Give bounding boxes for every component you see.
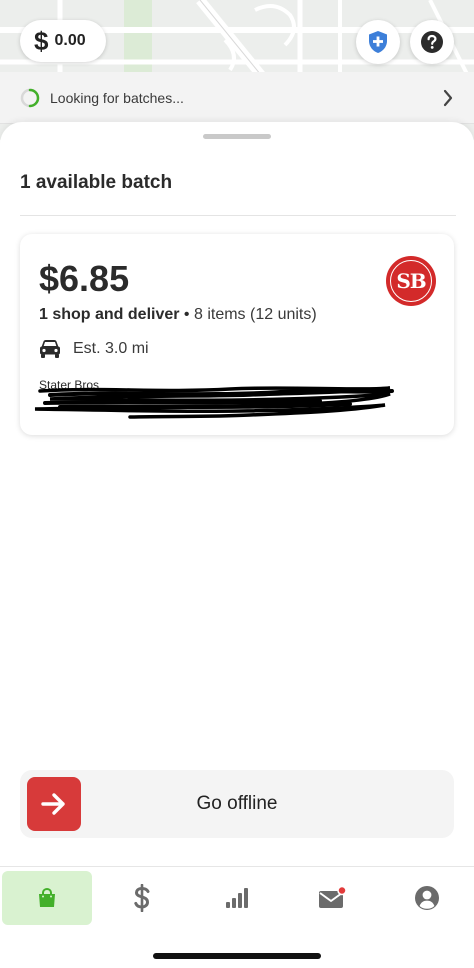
sheet-drag-handle[interactable]	[203, 134, 271, 139]
question-circle-icon	[421, 31, 443, 53]
nav-item-ratings[interactable]	[192, 871, 282, 925]
store-logo: SB	[386, 256, 436, 306]
go-offline-label: Go offline	[196, 793, 278, 814]
car-icon	[40, 340, 60, 358]
loading-spinner-icon	[20, 88, 40, 107]
nav-item-batches[interactable]	[2, 871, 92, 925]
bottom-nav	[0, 866, 474, 968]
dollar-icon	[134, 884, 150, 912]
batch-card[interactable]: $6.85 SB 1 shop and deliver • 8 items (1…	[20, 234, 454, 435]
batch-distance: Est. 3.0 mi	[39, 339, 149, 359]
home-indicator	[153, 953, 321, 959]
batch-price: $6.85	[39, 258, 130, 299]
earnings-pill[interactable]: $ 0.00	[20, 20, 106, 62]
nav-item-earnings[interactable]	[97, 871, 187, 925]
go-offline-button[interactable]: Go offline	[20, 770, 454, 838]
help-button[interactable]	[410, 20, 454, 64]
dollar-icon: $	[34, 26, 49, 56]
chevron-right-icon	[443, 89, 453, 107]
status-text: Looking for batches...	[50, 89, 184, 106]
distance-text: Est. 3.0 mi	[73, 340, 149, 357]
bar-chart-icon	[226, 888, 248, 908]
divider	[20, 215, 456, 216]
redaction-scribble	[34, 386, 394, 419]
sheet-title: 1 available batch	[20, 172, 173, 193]
nav-item-messages[interactable]	[287, 871, 377, 925]
shield-plus-icon	[369, 31, 387, 53]
notification-badge	[337, 886, 346, 896]
account-icon	[415, 886, 439, 910]
batch-type-separator: •	[179, 306, 194, 323]
safety-button[interactable]	[356, 20, 400, 64]
shopping-bag-icon	[39, 887, 55, 907]
arrow-right-glyph	[41, 793, 65, 815]
earnings-amount: 0.00	[54, 32, 86, 49]
batches-sheet: 1 available batch $6.85 SB 1 shop and de…	[0, 122, 474, 868]
arrow-right-icon	[27, 777, 81, 831]
batch-type-label: 1 shop and deliver	[39, 306, 180, 323]
store-logo-ring	[390, 260, 432, 302]
mail-icon	[319, 886, 346, 908]
nav-item-account[interactable]	[382, 871, 472, 925]
batch-search-status[interactable]: Looking for batches...	[0, 72, 474, 124]
batch-items: 8 items (12 units)	[193, 306, 317, 323]
batch-type: 1 shop and deliver • 8 items (12 units)	[39, 306, 317, 324]
